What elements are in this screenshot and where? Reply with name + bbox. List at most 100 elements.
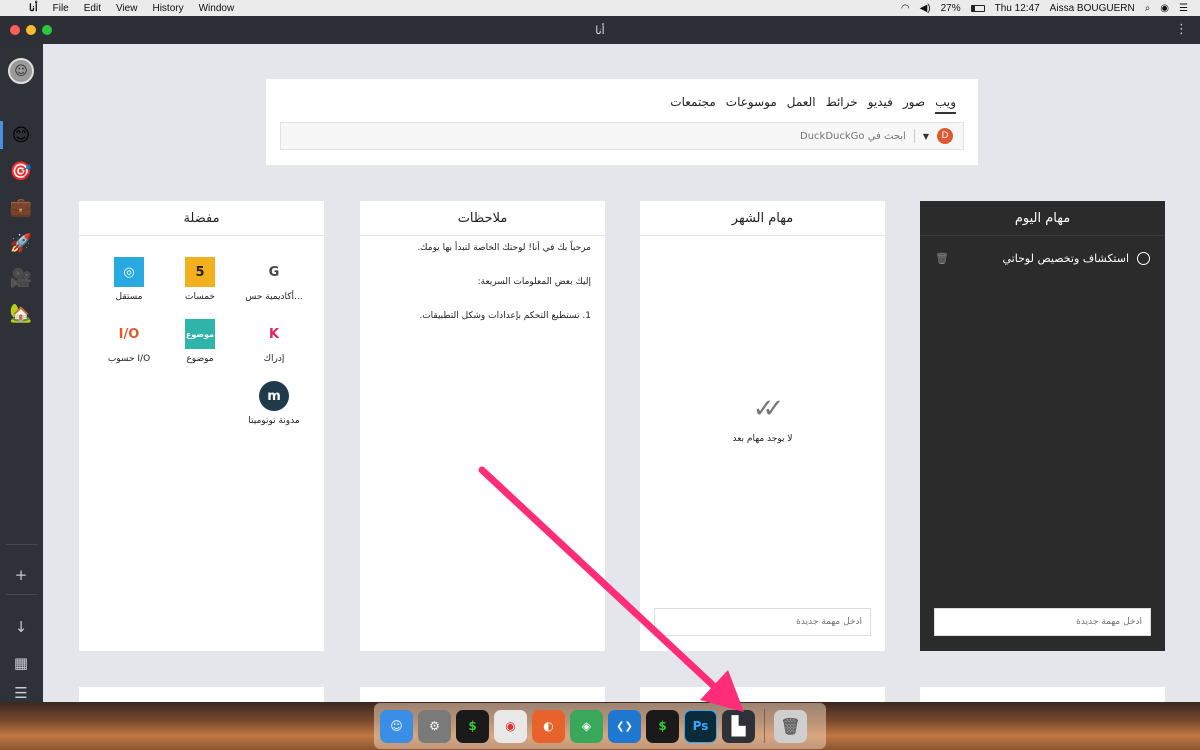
firefox-icon[interactable]: ◐ <box>532 709 565 743</box>
favorite-label: أكاديمية حس... <box>245 292 303 302</box>
panel-title: مفضلة <box>79 201 324 236</box>
more-menu-icon[interactable]: ⋮ <box>1175 22 1188 37</box>
close-button[interactable] <box>10 25 20 35</box>
empty-message: لا يوجد مهام بعد <box>732 434 793 444</box>
terminal-icon[interactable]: $ <box>456 709 489 743</box>
notes-panel: ملاحظات مرحباً بك في أنا! لوحتك الخاصة ل… <box>360 201 605 651</box>
tab-communities[interactable]: مجتمعات <box>670 95 715 114</box>
house-board-icon[interactable]: 🏡 <box>8 300 34 326</box>
trash-icon[interactable]: 🗑 <box>935 252 949 265</box>
notification-center-icon[interactable]: ☰ <box>1179 3 1188 14</box>
mostaql-icon: ◎ <box>114 257 144 287</box>
favorite-item[interactable]: موضوع موضوع <box>165 319 235 364</box>
note-line[interactable]: مرحباً بك في أنا! لوحتك الخاصة لتبدأ بها… <box>370 242 591 254</box>
panel-title: ملاحظات <box>360 201 605 236</box>
hsoub-academy-icon: G <box>268 264 280 280</box>
lower-card <box>640 687 885 702</box>
window-title: أنا <box>595 23 605 37</box>
settings-sliders-icon[interactable]: ☰ <box>10 684 32 702</box>
smiley-board-icon[interactable]: 😊 <box>8 122 34 148</box>
dock-divider <box>764 709 765 743</box>
empty-state: ✓✓ لا يوجد مهام بعد <box>640 394 885 444</box>
app-green-icon[interactable]: ◈ <box>570 709 603 743</box>
new-task-input[interactable] <box>654 608 871 636</box>
lower-card <box>79 687 324 702</box>
tab-video[interactable]: فيديو <box>868 95 893 114</box>
favorites-panel: مفضلة G أكاديمية حس... 5 خمسات ◎ مستقل K… <box>79 201 324 651</box>
search-tabs: ويب صور فيديو خرائط العمل موسوعات مجتمعا… <box>670 95 956 114</box>
ana-app-icon[interactable]: ▙ <box>722 709 755 743</box>
wifi-icon[interactable]: ◠ <box>901 3 910 14</box>
terminal-2-icon[interactable]: $ <box>646 709 679 743</box>
tutomena-icon: m <box>259 381 289 411</box>
layout-icon[interactable]: ▦ <box>10 652 32 674</box>
lower-card <box>920 687 1165 702</box>
task-label[interactable]: استكشاف وتخصيص لوحاتي <box>1003 252 1129 265</box>
siri-icon[interactable]: ◉ <box>1160 3 1169 14</box>
battery-icon[interactable] <box>970 4 985 12</box>
clock[interactable]: Thu 12:47 <box>995 3 1040 14</box>
user-avatar[interactable]: ☺ <box>8 58 34 84</box>
new-task-input[interactable] <box>934 608 1151 636</box>
spotlight-icon[interactable]: ⌕ <box>1145 3 1151 14</box>
search-card: ويب صور فيديو خرائط العمل موسوعات مجتمعا… <box>266 79 978 165</box>
search-divider <box>913 129 915 143</box>
mawdoo3-icon: موضوع <box>185 319 215 349</box>
dock: ☺ ⚙ $ ◉ ◐ ◈ ❮❯ $ Ps ▙ 🗑 <box>374 703 826 749</box>
search-box: ▼ D <box>280 122 964 150</box>
favorite-item[interactable]: m مدونة توتوميتا <box>239 381 309 426</box>
favorite-item[interactable]: I/O حسوب I/O <box>94 319 164 365</box>
zoom-button[interactable] <box>42 25 52 35</box>
film-board-icon[interactable]: 🎥 <box>8 265 34 291</box>
notes-editor[interactable]: مرحباً بك في أنا! لوحتك الخاصة لتبدأ بها… <box>360 236 605 322</box>
favorite-label: خمسات <box>184 292 215 302</box>
battery-percent[interactable]: 27% <box>941 3 961 14</box>
favorite-item[interactable]: 5 خمسات <box>165 257 235 302</box>
month-tasks-panel: مهام الشهر ✓✓ لا يوجد مهام بعد <box>640 201 885 651</box>
sidebar: ☺ 😊 🎯 💼 🚀 🎥 🏡 + ↓ ▦ ☰ <box>0 44 43 702</box>
app-window: أنا ⋮ ☺ 😊 🎯 💼 🚀 🎥 🏡 + ↓ ▦ ☰ ويب صور فيدي… <box>0 16 1200 702</box>
favorite-label: إدراك <box>263 354 285 364</box>
briefcase-board-icon[interactable]: 💼 <box>8 194 34 220</box>
tab-web[interactable]: ويب <box>935 95 956 114</box>
tab-images[interactable]: صور <box>903 95 925 114</box>
menu-edit[interactable]: Edit <box>84 3 101 14</box>
download-icon[interactable]: ↓ <box>10 616 32 638</box>
finder-icon[interactable]: ☺ <box>380 709 413 743</box>
favorite-label: حسوب I/O <box>107 354 151 364</box>
favorite-label: مدونة توتوميتا <box>248 416 300 426</box>
favorite-item[interactable]: K إدراك <box>239 319 309 365</box>
task-checkbox[interactable] <box>1137 252 1150 265</box>
menu-bar: أنا File Edit View History Window ◠ ◀) 2… <box>0 0 1200 16</box>
minimize-button[interactable] <box>26 25 36 35</box>
duckduckgo-icon[interactable]: D <box>937 128 953 144</box>
user-name[interactable]: Aissa BOUGUERN <box>1050 3 1135 14</box>
tab-work[interactable]: العمل <box>787 95 816 114</box>
title-bar: أنا ⋮ <box>0 16 1200 44</box>
khamsat-icon: 5 <box>185 257 215 287</box>
app-menu-name[interactable]: أنا <box>29 3 38 14</box>
double-check-icon: ✓✓ <box>752 394 785 424</box>
add-board-icon[interactable]: + <box>10 564 32 586</box>
note-line[interactable]: 1. تستطيع التحكم بإعدادات وشكل التطبيقات… <box>370 310 591 322</box>
menu-file[interactable]: File <box>53 3 69 14</box>
favorite-item[interactable]: ◎ مستقل <box>94 257 164 302</box>
search-input[interactable] <box>705 130 906 142</box>
menu-history[interactable]: History <box>152 3 183 14</box>
vscode-icon[interactable]: ❮❯ <box>608 709 641 743</box>
photoshop-icon[interactable]: Ps <box>684 709 717 743</box>
trash-icon[interactable]: 🗑 <box>774 709 807 743</box>
lower-card <box>360 687 605 702</box>
chrome-icon[interactable]: ◉ <box>494 709 527 743</box>
target-board-icon[interactable]: 🎯 <box>8 158 34 184</box>
menu-window[interactable]: Window <box>199 3 235 14</box>
rocket-board-icon[interactable]: 🚀 <box>8 230 34 256</box>
menu-view[interactable]: View <box>116 3 138 14</box>
system-preferences-icon[interactable]: ⚙ <box>418 709 451 743</box>
tab-maps[interactable]: خرائط <box>826 95 858 114</box>
volume-icon[interactable]: ◀) <box>920 3 931 14</box>
chevron-down-icon[interactable]: ▼ <box>923 132 929 141</box>
favorite-item[interactable]: G أكاديمية حس... <box>239 257 309 303</box>
note-line[interactable]: إليك بعض المعلومات السريعة: <box>370 276 591 288</box>
tab-encyclopedias[interactable]: موسوعات <box>726 95 777 114</box>
